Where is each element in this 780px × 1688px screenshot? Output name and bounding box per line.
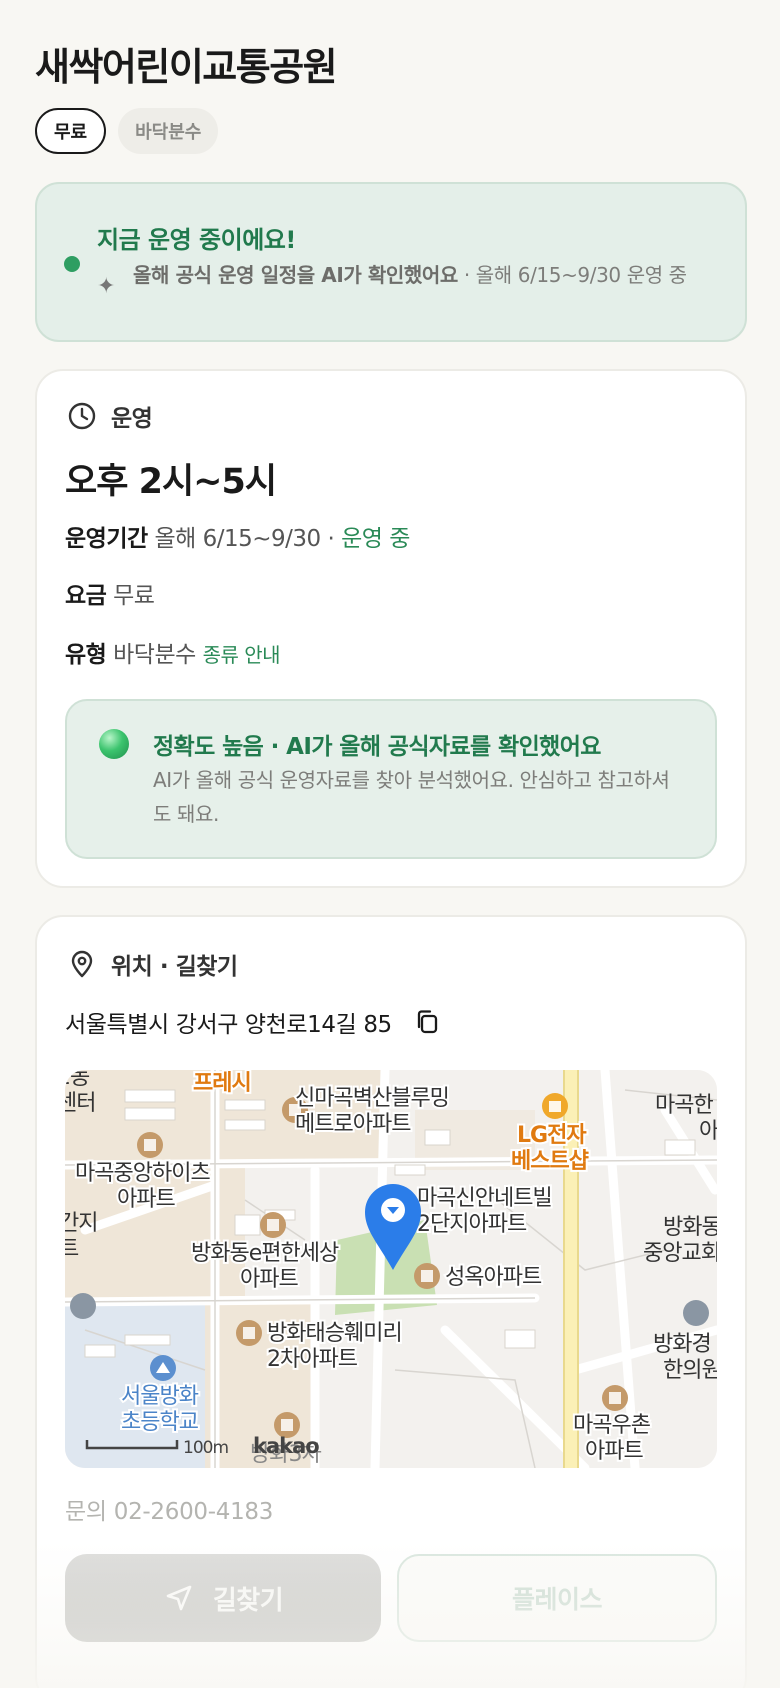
- map-label-seongok: 성옥아파트: [445, 1265, 542, 1290]
- address-text: 서울특별시 강서구 양천로14길 85: [65, 1012, 392, 1038]
- map-label-banghwa-e-1: 방화동e편한세상: [191, 1241, 339, 1266]
- map-label-school-2: 초등학교: [121, 1410, 199, 1435]
- map-label-banghwa-e-2: 아파트: [240, 1267, 298, 1292]
- map-label-lg-1: LG전자: [517, 1123, 587, 1148]
- sparkle-icon: ✦: [97, 274, 116, 299]
- map-label-banghwa-tae-2: 2차아파트: [267, 1347, 358, 1372]
- map-view[interactable]: 신마곡벽산블루밍 메트로아파트 마곡중앙하이츠 아파트 마곡신안네트빌 2단지아…: [65, 1070, 717, 1468]
- ai-accuracy-desc: AI가 올해 공식 운영자료를 찾아 분석했어요. 안심하고 참고하셔도 돼요.: [153, 768, 670, 826]
- fee-value: 무료: [113, 583, 155, 609]
- period-status: 운영 중: [341, 526, 410, 552]
- place-button[interactable]: 플레이스: [397, 1554, 717, 1642]
- status-card: 지금 운영 중이에요! ✦ 올해 공식 운영 일정을 AI가 확인했어요 · 올…: [35, 182, 747, 342]
- map-scale-label: 100m: [183, 1438, 228, 1458]
- map-brand-logo: kakao: [253, 1434, 319, 1458]
- map-canvas[interactable]: 신마곡벽산블루밍 메트로아파트 마곡중앙하이츠 아파트 마곡신안네트빌 2단지아…: [65, 1070, 717, 1468]
- operation-header: 운영: [67, 399, 153, 433]
- location-header: 위치 · 길찾기: [67, 947, 238, 981]
- operation-section-label: 운영: [111, 406, 153, 432]
- map-label-edge-center-2: 센터: [65, 1091, 95, 1116]
- map-label-lg-2: 베스트샵: [511, 1149, 589, 1174]
- map-label-edge-left-2: 트: [65, 1237, 79, 1262]
- directions-label: 길찾기: [212, 1585, 284, 1616]
- directions-button[interactable]: 길찾기: [65, 1554, 381, 1642]
- map-label-magokanne-2: 2단지아파트: [417, 1212, 527, 1237]
- map-label-edge-right-6: 한의원: [663, 1358, 717, 1383]
- phone-inquiry[interactable]: 문의 02-2600-4183: [65, 1492, 273, 1526]
- period-row: 운영기간 올해 6/15~9/30 · 운영 중: [65, 519, 410, 553]
- map-label-magok-central-2: 아파트: [117, 1187, 175, 1212]
- location-pin-icon: [71, 950, 93, 978]
- ai-accuracy-box: 정확도 높음 · AI가 올해 공식자료를 확인했어요 AI가 올해 공식 운영…: [65, 699, 717, 859]
- clock-icon: [68, 402, 96, 430]
- map-label-magok-uchon-1: 마곡우촌: [573, 1413, 651, 1438]
- map-label-sinmagok-2: 메트로아파트: [295, 1112, 411, 1137]
- navigation-arrow-icon: [166, 1585, 192, 1611]
- map-label-edge-right-2: 아: [699, 1119, 717, 1144]
- map-label-fresh: 프레시: [193, 1071, 251, 1096]
- type-guide-link[interactable]: 종류 안내: [203, 643, 281, 667]
- ai-orb-icon: [99, 729, 129, 759]
- map-label-magok-central-1: 마곡중앙하이츠: [75, 1161, 210, 1186]
- fee-row: 요금 무료: [65, 576, 155, 610]
- period-key: 운영기간: [65, 526, 148, 552]
- map-label-edge-right-1: 마곡한: [655, 1093, 713, 1118]
- map-label-magokanne-1: 마곡신안네트빌: [417, 1186, 552, 1211]
- place-label: 플레이스: [511, 1585, 603, 1614]
- map-label-edge-right-4: 중앙교회: [643, 1241, 717, 1266]
- place-detail-page: 새싹어린이교통공원 무료 바닥분수 지금 운영 중이에요! ✦ 올해 공식 운영…: [0, 0, 780, 1688]
- location-section-label: 위치 · 길찾기: [111, 954, 238, 980]
- type-value: 바닥분수: [113, 642, 196, 668]
- map-label-edge-right-3: 방화동: [663, 1215, 717, 1240]
- type-key: 유형: [65, 642, 107, 668]
- action-buttons: 길찾기 플레이스: [65, 1554, 717, 1642]
- period-value: 올해 6/15~9/30 ·: [154, 526, 335, 552]
- map-label-edge-left-1: 간지: [65, 1211, 97, 1236]
- operation-card: 운영 오후 2시~5시 운영기간 올해 6/15~9/30 · 운영 중 요금 …: [35, 369, 747, 888]
- operating-hours: 오후 2시~5시: [65, 462, 277, 502]
- copy-icon[interactable]: [412, 1007, 442, 1037]
- map-label-banghwa-tae-1: 방화태승훼미리: [267, 1321, 402, 1346]
- address-row: 서울특별시 강서구 양천로14길 85: [65, 1005, 442, 1039]
- type-row: 유형 바닥분수 종류 안내: [65, 635, 281, 669]
- page-title: 새싹어린이교통공원: [35, 45, 338, 89]
- location-card: 위치 · 길찾기 서울특별시 강서구 양천로14길 85 신마곡벽산블루밍 메트…: [35, 915, 747, 1688]
- ai-accuracy-title: 정확도 높음 · AI가 올해 공식자료를 확인했어요: [153, 734, 601, 760]
- chip-free[interactable]: 무료: [35, 108, 107, 154]
- map-label-school-1: 서울방화: [121, 1384, 199, 1409]
- fee-key: 요금: [65, 583, 107, 609]
- tag-chips: 무료 바닥분수: [35, 108, 219, 154]
- map-label-edge-center-1: 2동: [65, 1070, 90, 1090]
- map-label-sinmagok-1: 신마곡벽산블루밍: [295, 1086, 449, 1111]
- chip-floor-fountain[interactable]: 바닥분수: [118, 108, 219, 154]
- status-sub-rest: · 올해 6/15~9/30 운영 중: [457, 263, 687, 287]
- status-title: 지금 운영 중이에요!: [97, 226, 296, 254]
- status-sub-bold: 올해 공식 운영 일정을 AI가 확인했어요: [133, 263, 458, 287]
- status-subtitle: 올해 공식 운영 일정을 AI가 확인했어요 · 올해 6/15~9/30 운영…: [133, 260, 723, 290]
- map-label-edge-right-5: 방화경: [653, 1332, 711, 1357]
- map-label-magok-uchon-2: 아파트: [585, 1439, 643, 1464]
- status-dot-icon: [64, 256, 80, 272]
